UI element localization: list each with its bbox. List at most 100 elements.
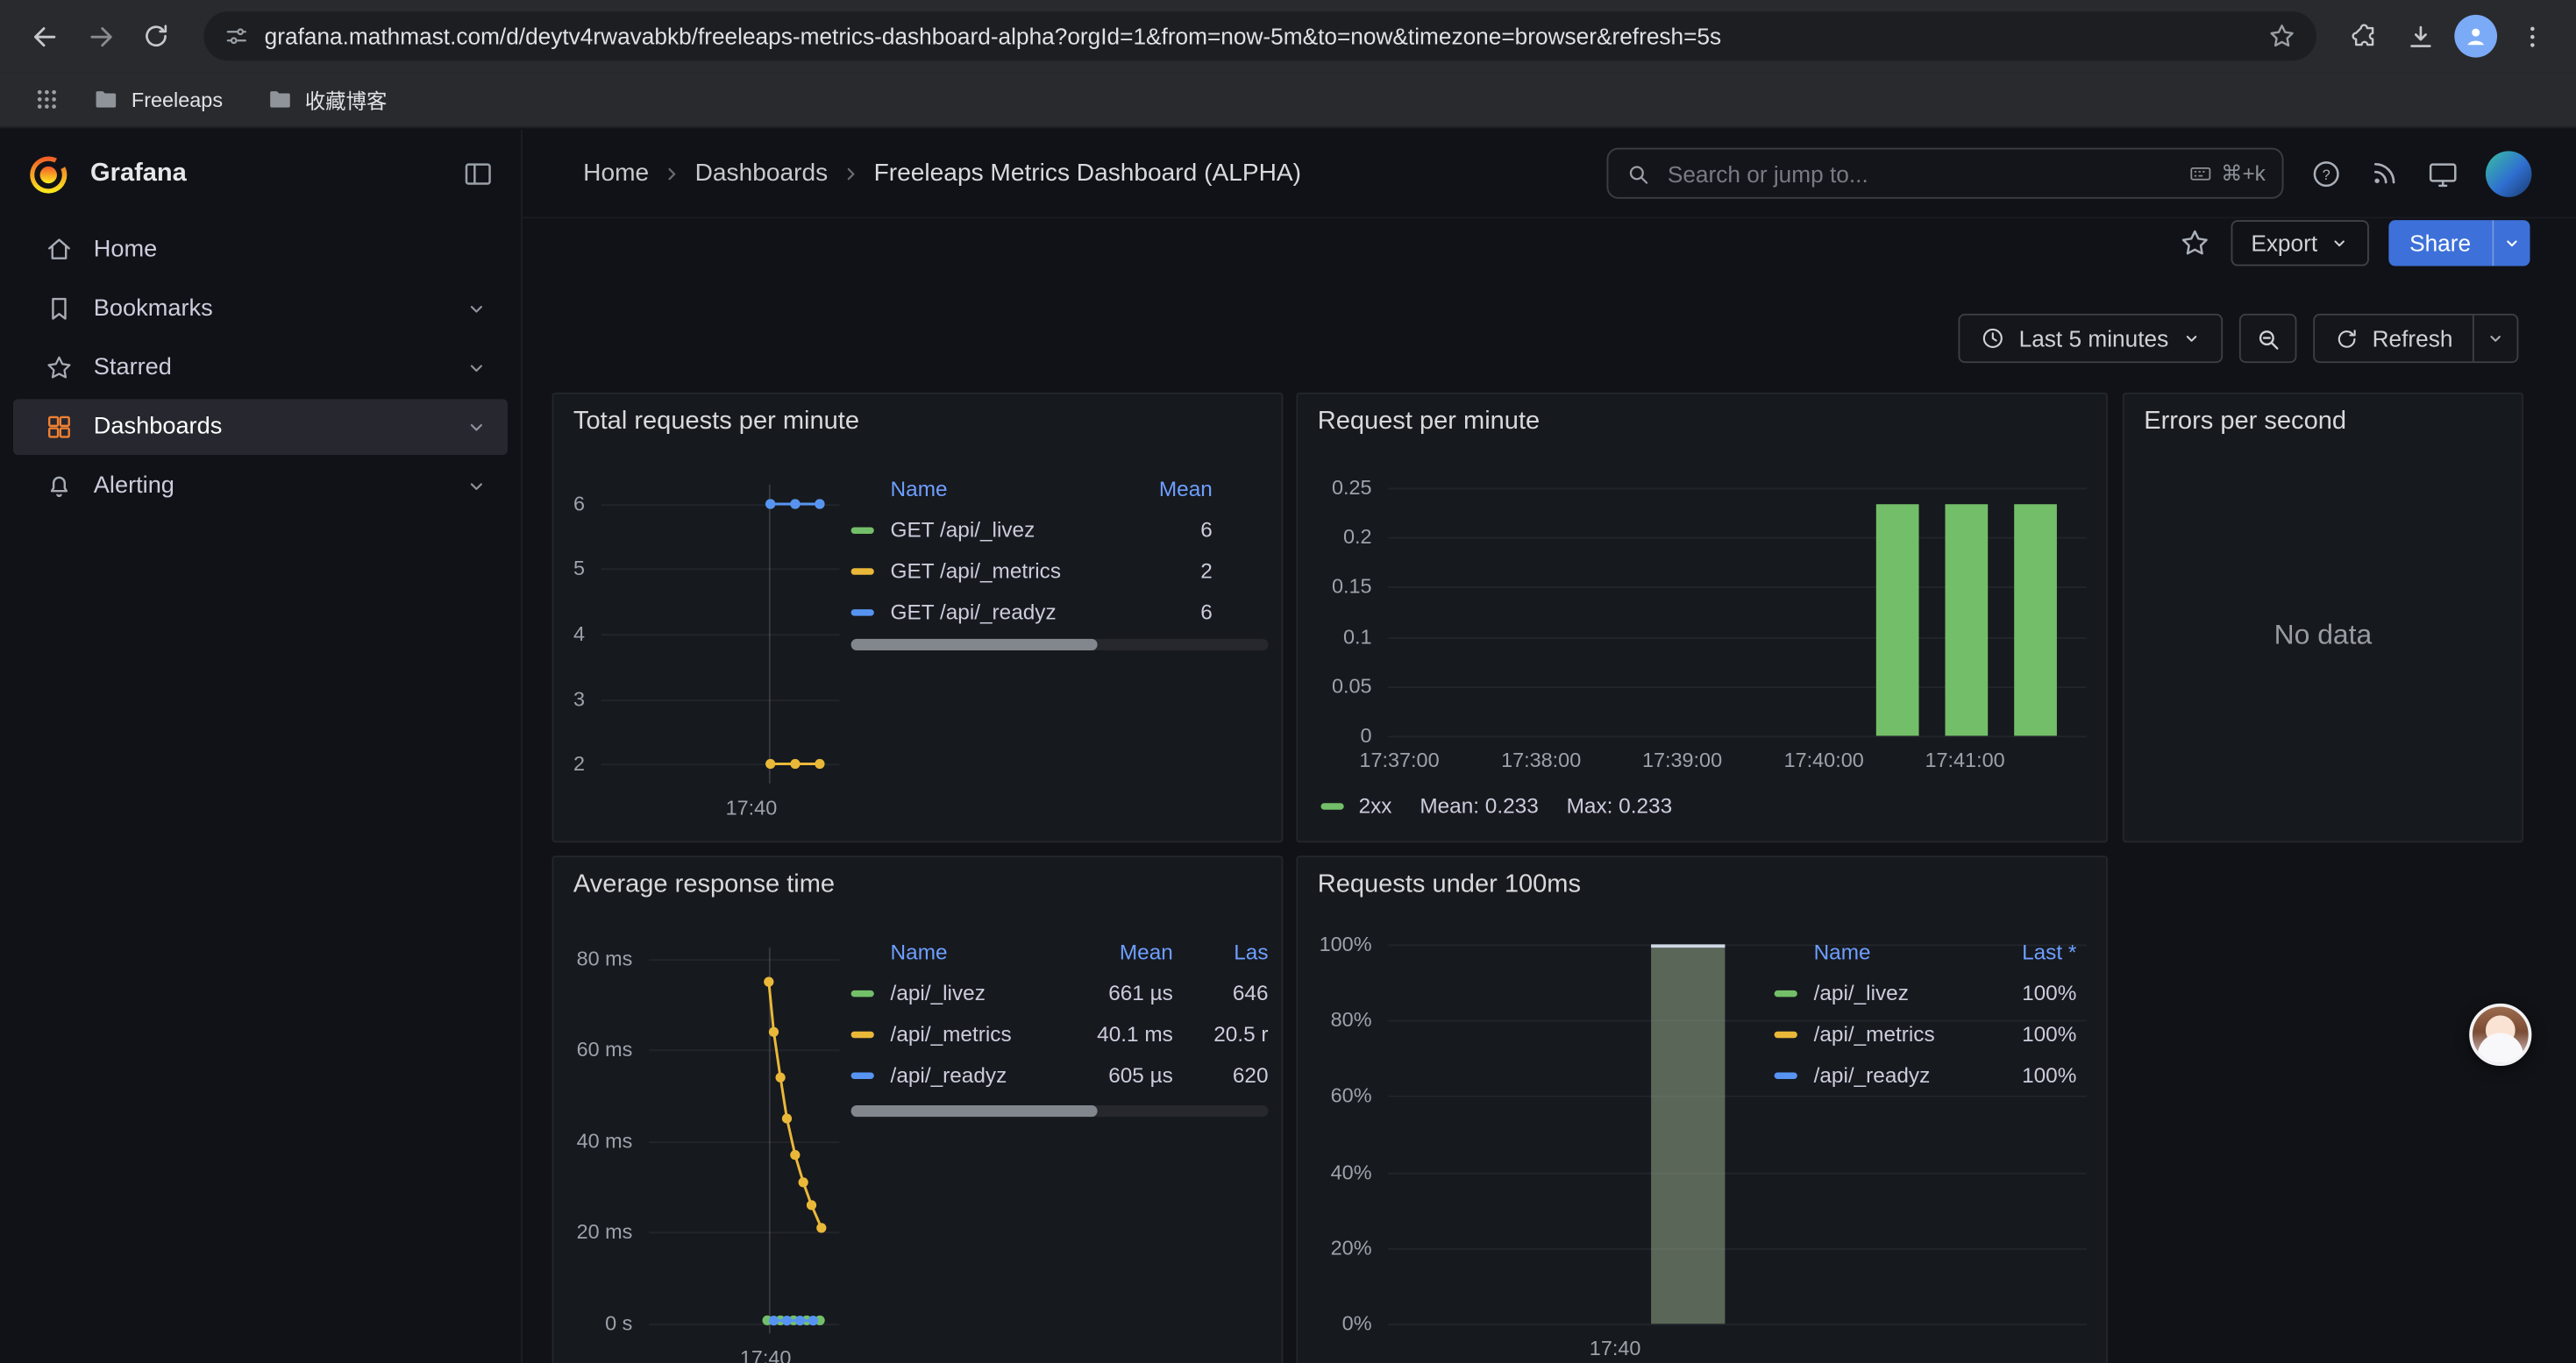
url-bar[interactable]: grafana.mathmast.com/d/deytv4rwavabkb/fr…: [203, 11, 2316, 60]
legend-value: 6: [1107, 517, 1213, 542]
bookmark-folder-blogs[interactable]: 收藏博客: [266, 84, 388, 116]
chart-plot: 17:40: [601, 485, 840, 784]
time-range-picker[interactable]: Last 5 minutes: [1958, 314, 2223, 363]
search-box[interactable]: ⌘+k: [1606, 148, 2283, 199]
y-tick-label: 100%: [1298, 931, 1371, 957]
extensions-button[interactable]: [2336, 8, 2392, 64]
panel-request-per-minute: Request per minute 17:37:0017:38:0017:39…: [1296, 393, 2108, 842]
series-point: [782, 1113, 792, 1123]
legend-value: 620: [1186, 1062, 1269, 1087]
legend-value: 40.1 ms: [1074, 1021, 1172, 1046]
refresh-button[interactable]: Refresh: [2315, 316, 2473, 361]
x-tick-label: 17:40: [740, 1346, 792, 1363]
legend-series-label[interactable]: 2xx: [1359, 793, 1392, 818]
grafana-logo[interactable]: [26, 152, 71, 196]
download-button[interactable]: [2392, 8, 2448, 64]
panel-title[interactable]: Requests under 100ms: [1318, 870, 1581, 900]
floating-assistant-avatar[interactable]: [2469, 1004, 2531, 1066]
legend-header-name[interactable]: Name: [891, 940, 1062, 964]
legend-series-label[interactable]: GET /api/_metrics: [891, 558, 1094, 583]
profile-button[interactable]: [2448, 8, 2504, 64]
chevron-down-icon[interactable]: [465, 357, 487, 380]
legend-series-label[interactable]: /api/_metrics: [1814, 1021, 1965, 1046]
kiosk-mode-button[interactable]: [2426, 157, 2459, 189]
series-color-dash: [851, 527, 874, 533]
legend-header-col[interactable]: Last *: [1978, 940, 2076, 964]
legend-scrollbar[interactable]: [851, 639, 1269, 650]
legend-series-label[interactable]: /api/_readyz: [1814, 1062, 1965, 1087]
y-tick-label: 2: [553, 751, 585, 777]
series-point: [816, 1223, 826, 1232]
panel-title[interactable]: Total requests per minute: [573, 408, 859, 437]
legend-header-col[interactable]: Las: [1186, 940, 1269, 964]
url-text[interactable]: grafana.mathmast.com/d/deytv4rwavabkb/fr…: [265, 23, 2267, 49]
legend-series-label[interactable]: /api/_readyz: [891, 1062, 1062, 1087]
sidebar-item-starred[interactable]: Starred: [13, 340, 508, 396]
brand-name[interactable]: Grafana: [90, 160, 461, 189]
series-point: [765, 759, 775, 769]
export-button[interactable]: Export: [2231, 220, 2368, 266]
legend-header-name[interactable]: Name: [891, 476, 1094, 500]
series-color-dash: [851, 567, 874, 573]
sidebar-collapse-button[interactable]: [462, 158, 495, 190]
legend-series-label[interactable]: /api/_livez: [1814, 981, 1965, 1005]
series-point: [799, 1177, 808, 1187]
legend: Name Mean GET /api/_livez 6 GET /api/_metric…: [851, 468, 1269, 632]
zoom-out-button[interactable]: [2239, 314, 2297, 363]
scrollbar-thumb[interactable]: [851, 639, 1098, 650]
panel-title[interactable]: Request per minute: [1318, 408, 1540, 437]
x-tick-label: 17:39:00: [1642, 749, 1722, 773]
breadcrumb-home[interactable]: Home: [583, 160, 649, 188]
sidebar-item-home[interactable]: Home: [13, 222, 508, 278]
legend-header-col[interactable]: Mean: [1074, 940, 1172, 964]
search-input[interactable]: [1664, 159, 2175, 188]
series-point: [807, 1200, 816, 1210]
site-settings-icon[interactable]: [224, 23, 250, 49]
apps-shortcut-button[interactable]: [23, 76, 68, 122]
apps-grid-icon: [33, 87, 58, 111]
legend-series-label[interactable]: GET /api/_livez: [891, 517, 1094, 542]
user-avatar[interactable]: [2486, 150, 2531, 195]
sidebar-item-alerting[interactable]: Alerting: [13, 458, 508, 515]
legend-series-label[interactable]: /api/_livez: [891, 981, 1062, 1005]
share-menu-button[interactable]: [2492, 220, 2530, 266]
series-color-dash: [851, 1031, 874, 1037]
legend-series-label[interactable]: /api/_metrics: [891, 1021, 1062, 1046]
person-icon: [2463, 23, 2489, 49]
sidebar-item-bookmarks[interactable]: Bookmarks: [13, 280, 508, 337]
legend-header-col[interactable]: Mean: [1107, 476, 1213, 500]
share-button[interactable]: Share: [2388, 220, 2493, 266]
series-color-dash: [1775, 990, 1797, 996]
legend-row: GET /api/_livez 6: [851, 509, 1269, 550]
legend-series-label[interactable]: GET /api/_readyz: [891, 600, 1094, 624]
gridline: [1388, 1248, 2086, 1250]
panel-left-icon: [462, 158, 495, 190]
chevron-down-icon[interactable]: [465, 297, 487, 320]
breadcrumb-dashboards[interactable]: Dashboards: [695, 160, 829, 188]
favorite-star-button[interactable]: [2179, 227, 2211, 259]
chevron-down-icon[interactable]: [465, 475, 487, 498]
help-circle-icon: ?: [2309, 157, 2342, 189]
y-tick-label: 60%: [1298, 1083, 1371, 1110]
scrollbar-thumb[interactable]: [851, 1105, 1098, 1117]
sidebar-item-dashboards[interactable]: Dashboards: [13, 399, 508, 455]
legend-scrollbar[interactable]: [851, 1105, 1269, 1117]
chevron-down-icon: [2486, 329, 2505, 348]
reload-button[interactable]: [128, 8, 184, 64]
panel-title[interactable]: Average response time: [573, 870, 835, 900]
browser-window: grafana.mathmast.com/d/deytv4rwavabkb/fr…: [0, 0, 2576, 1363]
bookmark-folder-freeleaps[interactable]: Freeleaps: [92, 85, 223, 113]
chevron-down-icon[interactable]: [465, 415, 487, 438]
x-tick-label: 17:40:00: [1784, 749, 1864, 773]
legend-row: GET /api/_metrics2: [851, 550, 1269, 592]
series-color-dash: [851, 608, 874, 614]
refresh-interval-button[interactable]: [2473, 316, 2517, 361]
back-button[interactable]: [17, 8, 73, 64]
bookmark-star-icon[interactable]: [2267, 21, 2297, 51]
browser-menu-button[interactable]: [2504, 8, 2560, 64]
folder-icon: [92, 85, 120, 113]
news-button[interactable]: [2369, 158, 2401, 189]
help-button[interactable]: ?: [2309, 157, 2342, 189]
legend-header-name[interactable]: Name: [1814, 940, 1965, 964]
forward-button[interactable]: [72, 8, 128, 64]
